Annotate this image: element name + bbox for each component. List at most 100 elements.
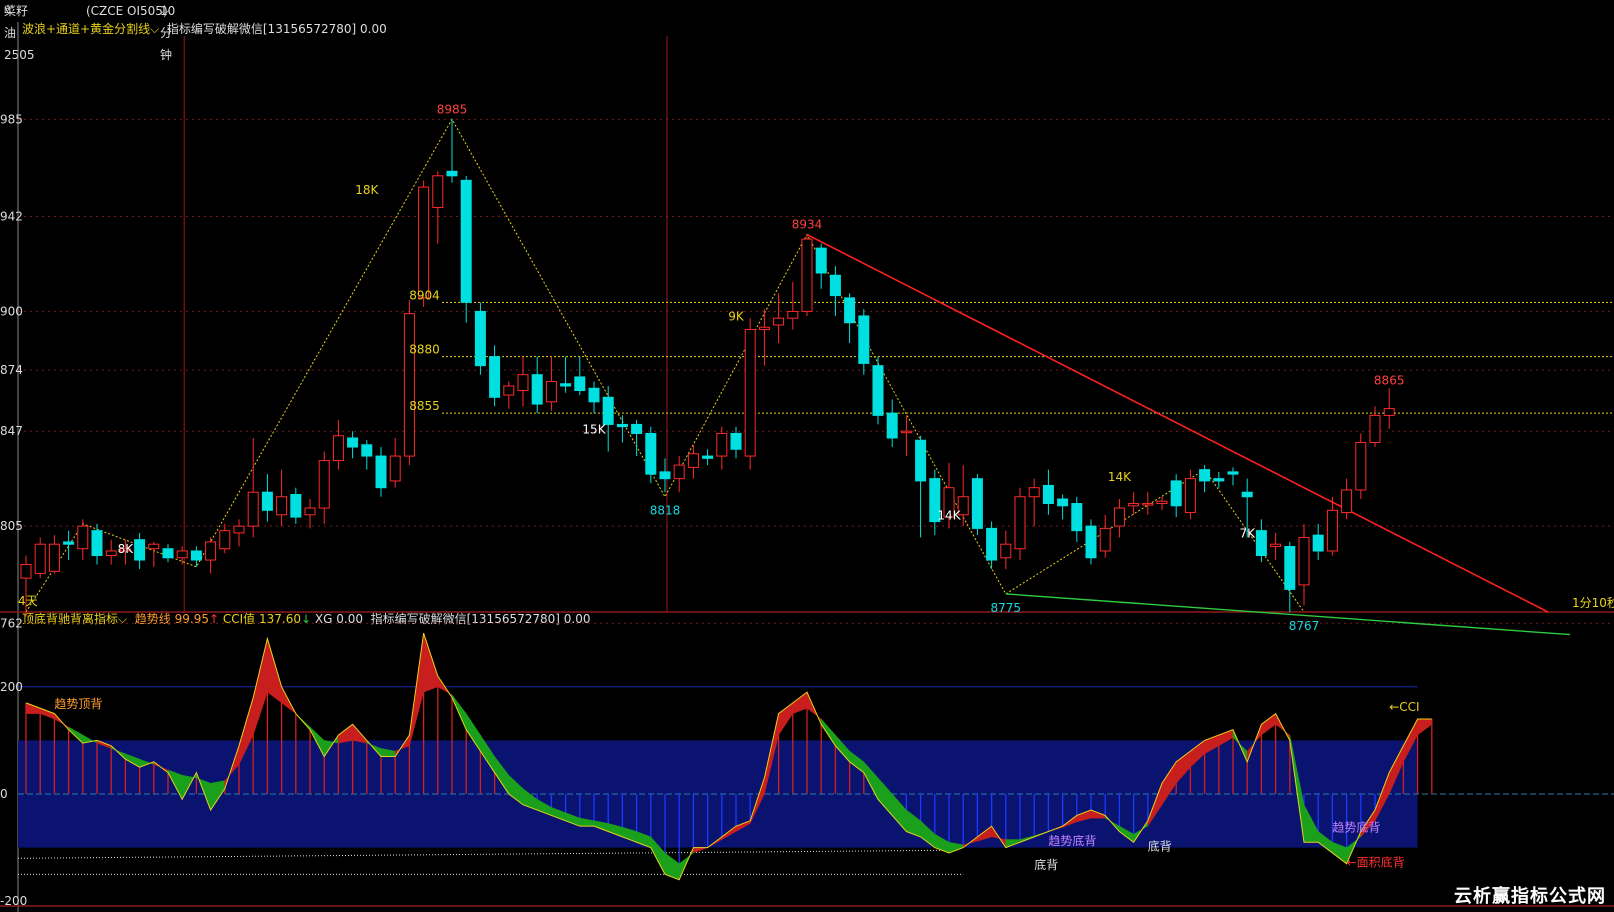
candle-body bbox=[1113, 507, 1125, 527]
candle-body bbox=[1142, 503, 1154, 506]
candle-body bbox=[872, 365, 884, 416]
candle-body bbox=[687, 453, 699, 468]
candle-body bbox=[659, 471, 671, 480]
candle-body bbox=[1071, 503, 1083, 532]
candle-body bbox=[432, 175, 444, 208]
candle-body bbox=[787, 310, 799, 319]
candle-body bbox=[1085, 525, 1097, 559]
wave-size-label: 14K bbox=[1108, 470, 1132, 484]
candle-body bbox=[1227, 471, 1239, 475]
candle-body bbox=[1128, 503, 1140, 507]
candle-body bbox=[190, 550, 202, 561]
candle-body bbox=[403, 313, 415, 457]
cci-trend-ribbon bbox=[1261, 713, 1276, 736]
pivot-price-label: 8865 bbox=[1374, 374, 1405, 388]
wave-size-label: 9K bbox=[728, 309, 745, 323]
candle-body bbox=[418, 186, 430, 299]
wave-size-label: 15K bbox=[582, 422, 606, 436]
candle-body bbox=[673, 464, 685, 480]
candle-body bbox=[489, 356, 501, 398]
candle-body bbox=[1028, 487, 1040, 498]
price-chart[interactable]: 985 942 900 874 847 805 762 8904 8880 8855 8985 893… bbox=[0, 0, 1614, 912]
resistance-trendline bbox=[806, 233, 1549, 613]
candle-body bbox=[48, 543, 60, 572]
fib-level-label: 8855 bbox=[409, 399, 440, 413]
candle-body bbox=[517, 374, 529, 392]
candle-body bbox=[247, 491, 259, 527]
candle-body bbox=[304, 507, 316, 516]
candle-body bbox=[375, 455, 387, 489]
candle-body bbox=[233, 525, 245, 534]
candle-body bbox=[134, 539, 146, 561]
countdown-label: 1分10秒 bbox=[1572, 596, 1614, 610]
candle-body bbox=[702, 455, 714, 459]
cci-tick-label: -200 bbox=[0, 894, 27, 908]
candle-body bbox=[1099, 527, 1111, 552]
pivot-price-label: 8934 bbox=[792, 218, 823, 232]
candle-body bbox=[361, 444, 373, 457]
candle-body bbox=[1298, 536, 1310, 586]
fib-level-label: 8904 bbox=[409, 288, 440, 302]
candle-body bbox=[588, 387, 600, 403]
candle-body bbox=[460, 179, 472, 303]
wave-size-label: 7K bbox=[1239, 526, 1256, 540]
candle-body bbox=[1241, 491, 1253, 498]
candle-body bbox=[148, 543, 160, 550]
candle-body bbox=[1383, 408, 1395, 416]
wave-size-label: 18K bbox=[355, 183, 379, 197]
cci-tick-label: 0 bbox=[0, 787, 8, 801]
divergence-annotation: ←CCI bbox=[1389, 700, 1419, 714]
candle-body bbox=[446, 170, 458, 177]
candle-body bbox=[503, 385, 515, 396]
candle-body bbox=[602, 396, 614, 425]
candle-body bbox=[34, 543, 46, 575]
price-tick-label: 762 bbox=[0, 616, 23, 630]
cci-trend-ribbon bbox=[792, 691, 808, 714]
candle-body bbox=[1341, 489, 1353, 514]
candle-body bbox=[1255, 530, 1267, 557]
candle-body bbox=[900, 430, 912, 434]
candle-body bbox=[1312, 534, 1324, 552]
divergence-annotation: 底背 bbox=[1034, 857, 1058, 872]
candle-body bbox=[20, 564, 32, 579]
candle-body bbox=[1000, 543, 1012, 559]
candle-body bbox=[91, 530, 103, 557]
candle-body bbox=[474, 310, 486, 367]
dotted-guide bbox=[17, 849, 950, 859]
price-tick-label: 942 bbox=[0, 210, 23, 224]
divergence-annotation: 趋势顶背 bbox=[54, 697, 102, 711]
candle-body bbox=[829, 274, 841, 297]
candle-body bbox=[886, 412, 898, 439]
candle-body bbox=[560, 383, 572, 387]
candle-body bbox=[730, 432, 742, 450]
price-tick-label: 900 bbox=[0, 304, 23, 318]
candle-body bbox=[915, 439, 927, 482]
candle-body bbox=[347, 437, 359, 448]
days-label: 4天 bbox=[18, 594, 38, 608]
candle-body bbox=[205, 541, 217, 561]
candle-body bbox=[389, 455, 401, 482]
price-tick-label: 874 bbox=[0, 363, 23, 377]
candle-body bbox=[290, 493, 302, 518]
pivot-price-label: 8775 bbox=[991, 601, 1022, 615]
cci-trend-ribbon bbox=[39, 707, 55, 720]
wave-zigzag bbox=[25, 118, 1305, 613]
wave-size-label: 14K bbox=[937, 508, 961, 522]
candle-body bbox=[631, 423, 643, 434]
candle-body bbox=[176, 550, 188, 559]
cci-trend-ribbon bbox=[1417, 718, 1433, 736]
candle-body bbox=[276, 496, 288, 516]
candle-body bbox=[162, 548, 174, 559]
candle-body bbox=[1355, 442, 1367, 491]
pivot-price-label: 8767 bbox=[1289, 619, 1320, 633]
candle-body bbox=[545, 380, 557, 403]
watermark: 云析赢指标公式网 bbox=[1454, 886, 1606, 907]
candle-body bbox=[616, 423, 628, 428]
candle-body bbox=[1199, 469, 1211, 482]
candle-body bbox=[645, 432, 657, 475]
wave-size-label: 8K bbox=[118, 542, 135, 556]
candle-body bbox=[773, 317, 785, 326]
candle-body bbox=[531, 374, 543, 405]
cci-tick-label: 200 bbox=[0, 680, 23, 694]
candle-body bbox=[219, 530, 231, 550]
